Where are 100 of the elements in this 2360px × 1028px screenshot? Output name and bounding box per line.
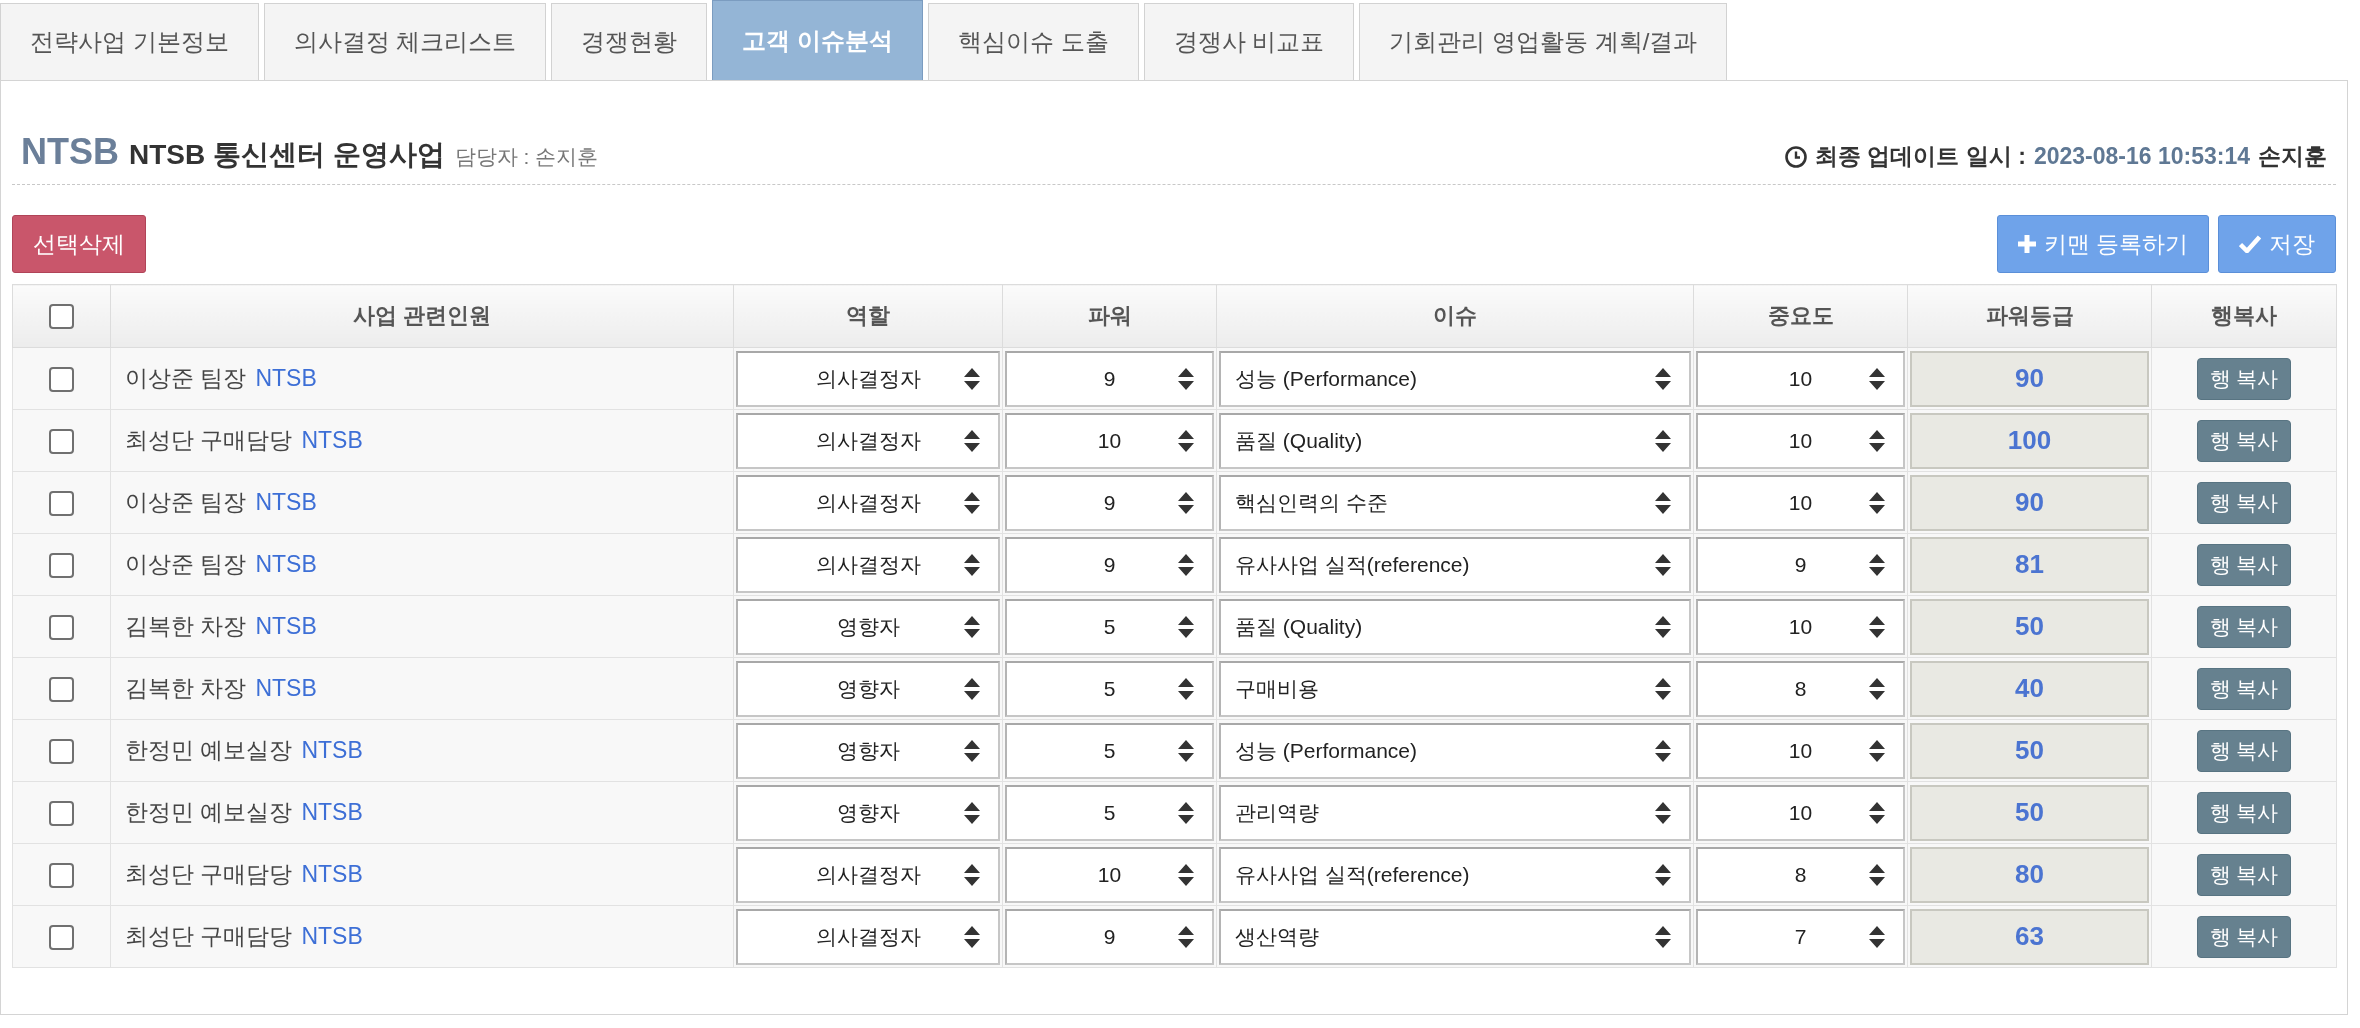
power-select[interactable]: 9 bbox=[1005, 536, 1214, 593]
power-select[interactable]: 5 bbox=[1005, 598, 1214, 655]
copy-row-button[interactable]: 행 복사 bbox=[2196, 729, 2292, 772]
up-down-caret-icon bbox=[1655, 367, 1671, 390]
up-down-caret-icon bbox=[1178, 677, 1194, 700]
row-checkbox[interactable] bbox=[49, 367, 74, 393]
tab[interactable]: 경쟁사 비교표 bbox=[1143, 3, 1355, 80]
company-link[interactable]: NTSB bbox=[301, 861, 363, 887]
row-checkbox[interactable] bbox=[49, 491, 74, 517]
column-header: 이슈 bbox=[1216, 284, 1694, 348]
power-select[interactable]: 5 bbox=[1005, 660, 1214, 717]
project-title: NTSB 통신센터 운영사업 bbox=[129, 138, 445, 172]
importance-select[interactable]: 7 bbox=[1696, 908, 1905, 965]
issue-select[interactable]: 품질 (Quality) bbox=[1219, 598, 1691, 655]
row-checkbox[interactable] bbox=[49, 615, 74, 641]
person-name: 김복한 차장 bbox=[125, 675, 247, 701]
copy-row-button[interactable]: 행 복사 bbox=[2196, 853, 2292, 896]
issue-select[interactable]: 성능 (Performance) bbox=[1219, 350, 1691, 407]
role-select[interactable]: 영향자 bbox=[736, 784, 1000, 841]
up-down-caret-icon bbox=[964, 925, 980, 948]
tab[interactable]: 의사결정 체크리스트 bbox=[263, 3, 547, 80]
up-down-caret-icon bbox=[1869, 429, 1885, 452]
copy-row-button[interactable]: 행 복사 bbox=[2196, 915, 2292, 958]
importance-select[interactable]: 10 bbox=[1696, 598, 1905, 655]
power-select[interactable]: 5 bbox=[1005, 722, 1214, 779]
select-all-checkbox[interactable] bbox=[49, 304, 74, 330]
copy-row-button[interactable]: 행 복사 bbox=[2196, 481, 2292, 524]
power-select[interactable]: 9 bbox=[1005, 908, 1214, 965]
copy-row-button[interactable]: 행 복사 bbox=[2196, 543, 2292, 586]
company-link[interactable]: NTSB bbox=[301, 737, 363, 763]
importance-select[interactable]: 8 bbox=[1696, 660, 1905, 717]
issue-select[interactable]: 유사사업 실적(reference) bbox=[1219, 536, 1691, 593]
role-select[interactable]: 의사결정자 bbox=[736, 908, 1000, 965]
power-select[interactable]: 9 bbox=[1005, 350, 1214, 407]
power-select[interactable]: 5 bbox=[1005, 784, 1214, 841]
issue-select[interactable]: 구매비용 bbox=[1219, 660, 1691, 717]
tab[interactable]: 핵심이슈 도출 bbox=[928, 3, 1139, 80]
role-select[interactable]: 의사결정자 bbox=[736, 536, 1000, 593]
column-header: 행복사 bbox=[2151, 284, 2337, 348]
row-checkbox[interactable] bbox=[49, 925, 74, 951]
copy-row-button[interactable]: 행 복사 bbox=[2196, 667, 2292, 710]
up-down-caret-icon bbox=[1178, 367, 1194, 390]
person-name: 최성단 구매담당 bbox=[125, 427, 293, 453]
company-link[interactable]: NTSB bbox=[255, 489, 317, 515]
company-link[interactable]: NTSB bbox=[255, 675, 317, 701]
row-checkbox[interactable] bbox=[49, 801, 74, 827]
tab[interactable]: 경쟁현황 bbox=[551, 3, 708, 80]
importance-select[interactable]: 10 bbox=[1696, 722, 1905, 779]
power-select[interactable]: 10 bbox=[1005, 846, 1214, 903]
role-select[interactable]: 의사결정자 bbox=[736, 846, 1000, 903]
role-select[interactable]: 의사결정자 bbox=[736, 412, 1000, 469]
up-down-caret-icon bbox=[1869, 739, 1885, 762]
issue-select[interactable]: 핵심인력의 수준 bbox=[1219, 474, 1691, 531]
power-grade-field: 81 bbox=[1910, 536, 2149, 593]
up-down-caret-icon bbox=[1655, 801, 1671, 824]
issue-select[interactable]: 생산역량 bbox=[1219, 908, 1691, 965]
company-link[interactable]: NTSB bbox=[255, 365, 317, 391]
power-select[interactable]: 10 bbox=[1005, 412, 1214, 469]
role-select[interactable]: 의사결정자 bbox=[736, 474, 1000, 531]
tab[interactable]: 전략사업 기본정보 bbox=[0, 3, 259, 80]
company-link[interactable]: NTSB bbox=[255, 613, 317, 639]
row-checkbox[interactable] bbox=[49, 553, 74, 579]
person-name: 최성단 구매담당 bbox=[125, 861, 293, 887]
importance-select[interactable]: 10 bbox=[1696, 474, 1905, 531]
importance-select[interactable]: 8 bbox=[1696, 846, 1905, 903]
importance-select[interactable]: 9 bbox=[1696, 536, 1905, 593]
company-link[interactable]: NTSB bbox=[301, 799, 363, 825]
tab[interactable]: 기회관리 영업활동 계획/결과 bbox=[1359, 3, 1728, 80]
power-select[interactable]: 9 bbox=[1005, 474, 1214, 531]
copy-row-button[interactable]: 행 복사 bbox=[2196, 357, 2292, 400]
role-select[interactable]: 영향자 bbox=[736, 722, 1000, 779]
importance-select[interactable]: 10 bbox=[1696, 784, 1905, 841]
row-checkbox[interactable] bbox=[49, 863, 74, 889]
up-down-caret-icon bbox=[1655, 677, 1671, 700]
importance-select[interactable]: 10 bbox=[1696, 412, 1905, 469]
copy-row-button[interactable]: 행 복사 bbox=[2196, 791, 2292, 834]
role-select[interactable]: 영향자 bbox=[736, 598, 1000, 655]
row-checkbox[interactable] bbox=[49, 429, 74, 455]
company-link[interactable]: NTSB bbox=[255, 551, 317, 577]
up-down-caret-icon bbox=[964, 491, 980, 514]
issue-select[interactable]: 유사사업 실적(reference) bbox=[1219, 846, 1691, 903]
delete-selected-button[interactable]: 선택삭제 bbox=[12, 215, 146, 273]
copy-row-button[interactable]: 행 복사 bbox=[2196, 605, 2292, 648]
row-checkbox[interactable] bbox=[49, 677, 74, 703]
person-name: 이상준 팀장 bbox=[125, 551, 247, 577]
power-grade-field: 50 bbox=[1910, 722, 2149, 779]
power-grade-field: 90 bbox=[1910, 350, 2149, 407]
company-link[interactable]: NTSB bbox=[301, 427, 363, 453]
issue-select[interactable]: 성능 (Performance) bbox=[1219, 722, 1691, 779]
importance-select[interactable]: 10 bbox=[1696, 350, 1905, 407]
up-down-caret-icon bbox=[1178, 553, 1194, 576]
company-link[interactable]: NTSB bbox=[301, 923, 363, 949]
role-select[interactable]: 영향자 bbox=[736, 660, 1000, 717]
issue-select[interactable]: 관리역량 bbox=[1219, 784, 1691, 841]
row-checkbox[interactable] bbox=[49, 739, 74, 765]
up-down-caret-icon bbox=[964, 553, 980, 576]
issue-select[interactable]: 품질 (Quality) bbox=[1219, 412, 1691, 469]
role-select[interactable]: 의사결정자 bbox=[736, 350, 1000, 407]
copy-row-button[interactable]: 행 복사 bbox=[2196, 419, 2292, 462]
power-grade-field: 50 bbox=[1910, 784, 2149, 841]
